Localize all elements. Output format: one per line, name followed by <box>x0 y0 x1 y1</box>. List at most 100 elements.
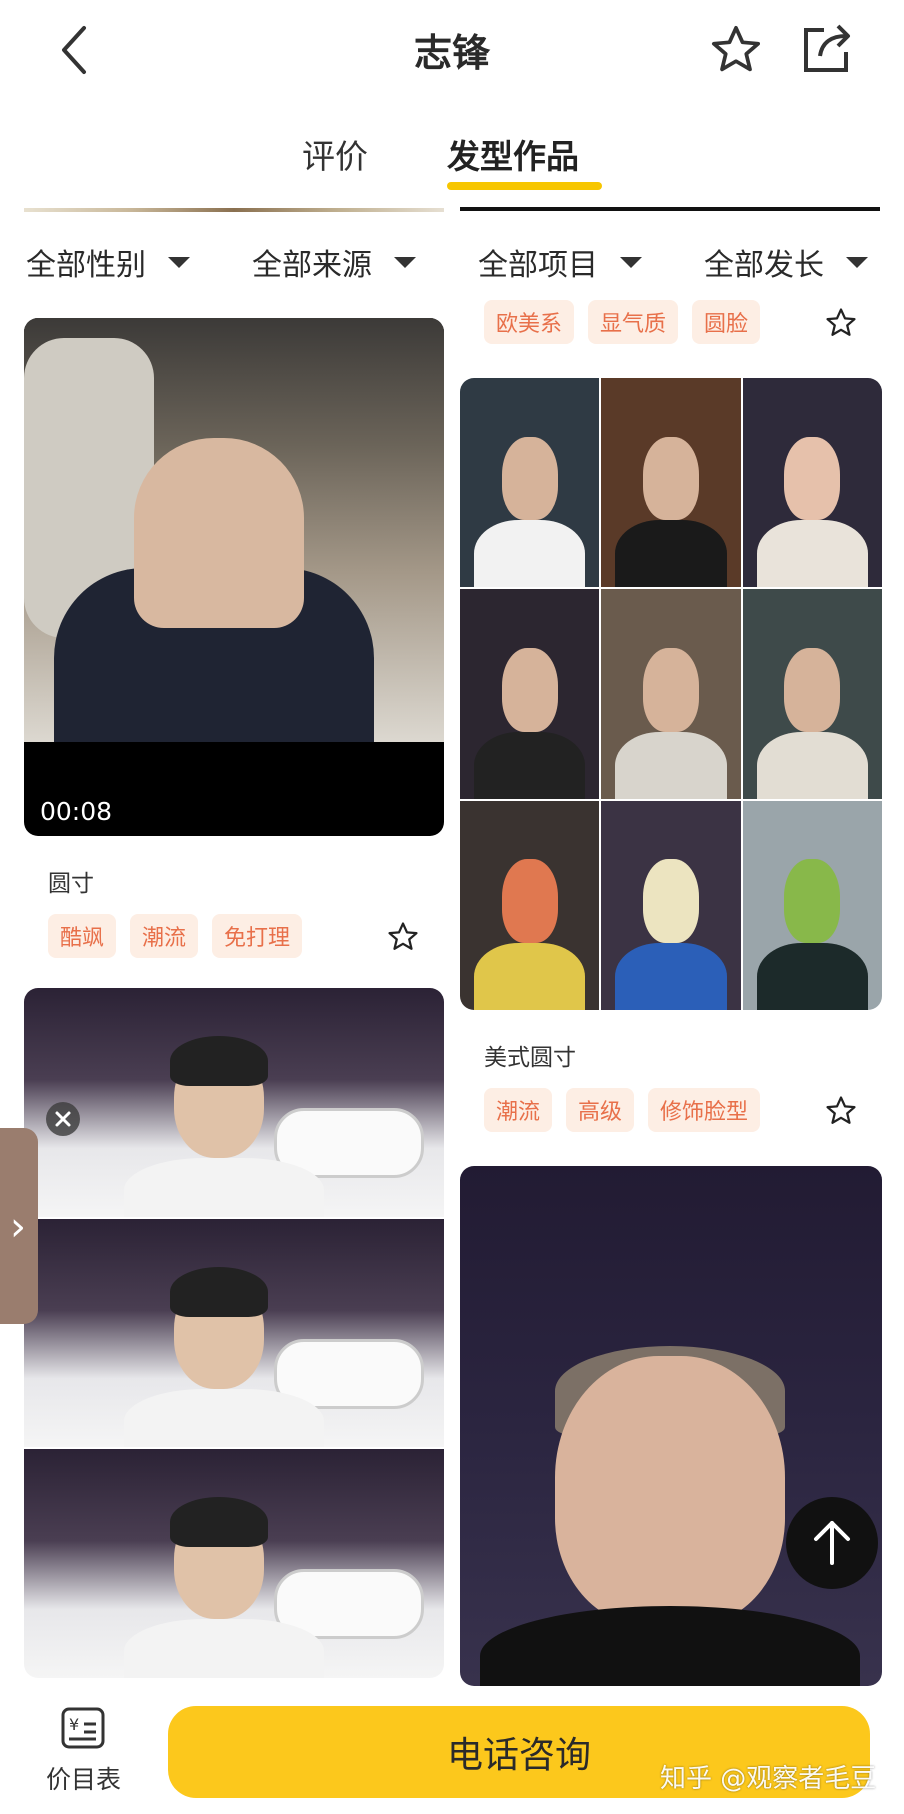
photo <box>742 800 882 1010</box>
filter-label: 全部来源 <box>252 248 372 283</box>
filter-label: 全部性别 <box>26 248 146 283</box>
tag-row: 潮流 高级 修饰脸型 <box>484 1088 882 1132</box>
photo-figure <box>134 438 304 628</box>
photo-figure <box>170 1266 268 1317</box>
photo-figure <box>555 1356 785 1626</box>
arrow-up-icon <box>814 1521 850 1565</box>
photo-stack-card[interactable] <box>24 988 444 1678</box>
photo-figure <box>643 436 699 521</box>
photo <box>460 378 600 588</box>
photo <box>24 1449 444 1678</box>
photo-figure <box>170 1036 268 1086</box>
tab-bar: 评价 发型作品 <box>0 130 904 200</box>
tab-review[interactable]: 评价 <box>302 130 368 178</box>
photo-figure <box>615 942 727 1010</box>
hairstyle-title: 圆寸 <box>48 871 94 897</box>
photo-figure <box>473 731 586 799</box>
image-edge-strip <box>24 208 444 212</box>
tag: 免打理 <box>212 914 303 958</box>
tag: 酷飒 <box>48 914 117 958</box>
star-icon[interactable] <box>386 920 420 954</box>
tag: 圆脸 <box>692 300 761 344</box>
photo-figure <box>501 647 558 732</box>
photo <box>601 378 741 588</box>
photo-figure <box>480 1606 860 1686</box>
price-list-label: 价目表 <box>46 1765 122 1794</box>
photo-figure <box>501 859 558 943</box>
header: 志锋 <box>0 0 904 100</box>
tag: 修饰脸型 <box>648 1088 761 1132</box>
photo <box>460 800 600 1010</box>
caret-down-icon <box>846 256 868 268</box>
video-duration: 00:08 <box>40 797 113 826</box>
tab-works[interactable]: 发型作品 <box>447 130 579 178</box>
chevron-right-icon: › <box>10 1204 26 1250</box>
watermark: 知乎 @观察者毛豆 <box>660 1764 877 1794</box>
filter-service[interactable]: 全部项目 <box>478 240 642 284</box>
photo-figure <box>784 647 841 732</box>
photo-figure <box>615 731 727 799</box>
photo-figure <box>501 436 558 521</box>
photo-figure <box>473 942 586 1010</box>
photo-card[interactable] <box>460 1166 882 1686</box>
caret-down-icon <box>168 256 190 268</box>
filter-gender[interactable]: 全部性别 <box>26 240 190 284</box>
page-title: 志锋 <box>413 31 490 75</box>
tag: 潮流 <box>130 914 199 958</box>
photo-figure <box>124 1158 324 1217</box>
photo <box>742 378 882 588</box>
tag-row: 欧美系 显气质 圆脸 <box>484 300 882 344</box>
caret-down-icon <box>394 256 416 268</box>
photo <box>24 988 444 1217</box>
tag-row: 酷飒 潮流 免打理 <box>48 914 444 958</box>
scroll-to-top-button[interactable] <box>786 1497 878 1589</box>
photo <box>742 589 882 799</box>
caret-down-icon <box>620 256 642 268</box>
bottom-bar: ¥ 价目表 电话咨询 知乎 @观察者毛豆 <box>0 1690 904 1814</box>
photo <box>460 589 600 799</box>
photo-figure <box>643 647 699 732</box>
svg-text:¥: ¥ <box>69 1715 79 1734</box>
share-button[interactable] <box>798 20 856 78</box>
star-icon[interactable] <box>824 306 858 340</box>
star-icon[interactable] <box>824 1094 858 1128</box>
feed-column-left: 00:08 圆寸 酷飒 潮流 免打理 <box>24 318 444 1678</box>
photo-figure <box>170 1497 268 1548</box>
filter-hair-length[interactable]: 全部发长 <box>704 240 868 284</box>
tag: 欧美系 <box>484 300 575 344</box>
photo-figure <box>124 1388 324 1448</box>
share-icon <box>804 24 850 72</box>
photo-figure <box>784 859 841 943</box>
photo-figure <box>473 520 586 588</box>
filter-bar: 全部性别 全部来源 全部项目 全部发长 <box>0 240 904 300</box>
photo <box>601 589 741 799</box>
photo-figure <box>756 731 869 799</box>
photo <box>24 1218 444 1448</box>
photo-figure <box>615 520 727 588</box>
side-drawer-handle[interactable]: › <box>0 1128 38 1324</box>
favorite-button[interactable] <box>708 22 764 78</box>
tag: 高级 <box>566 1088 635 1132</box>
active-tab-indicator <box>447 182 602 190</box>
star-icon <box>711 25 761 72</box>
price-list-icon: ¥ <box>61 1707 105 1749</box>
feed-column-right: 欧美系 显气质 圆脸 美式圆寸 潮流 高级 修饰脸型 <box>460 300 882 1686</box>
tag: 显气质 <box>588 300 679 344</box>
close-icon[interactable] <box>46 1102 80 1136</box>
photo-grid-card[interactable] <box>460 378 882 1010</box>
filter-source[interactable]: 全部来源 <box>252 240 416 284</box>
tag: 潮流 <box>484 1088 553 1132</box>
video-frame <box>24 318 444 742</box>
video-thumbnail[interactable]: 00:08 <box>24 318 444 836</box>
image-edge-strip <box>460 207 880 211</box>
hairstyle-title: 美式圆寸 <box>484 1045 576 1071</box>
filter-label: 全部发长 <box>704 248 824 283</box>
close-glyph <box>55 1111 71 1127</box>
filter-label: 全部项目 <box>478 248 598 283</box>
photo <box>601 800 741 1010</box>
photo-figure <box>756 942 869 1010</box>
photo-figure <box>756 520 869 588</box>
photo-figure <box>124 1619 324 1678</box>
photo-figure <box>784 436 841 521</box>
photo-figure <box>643 859 699 943</box>
